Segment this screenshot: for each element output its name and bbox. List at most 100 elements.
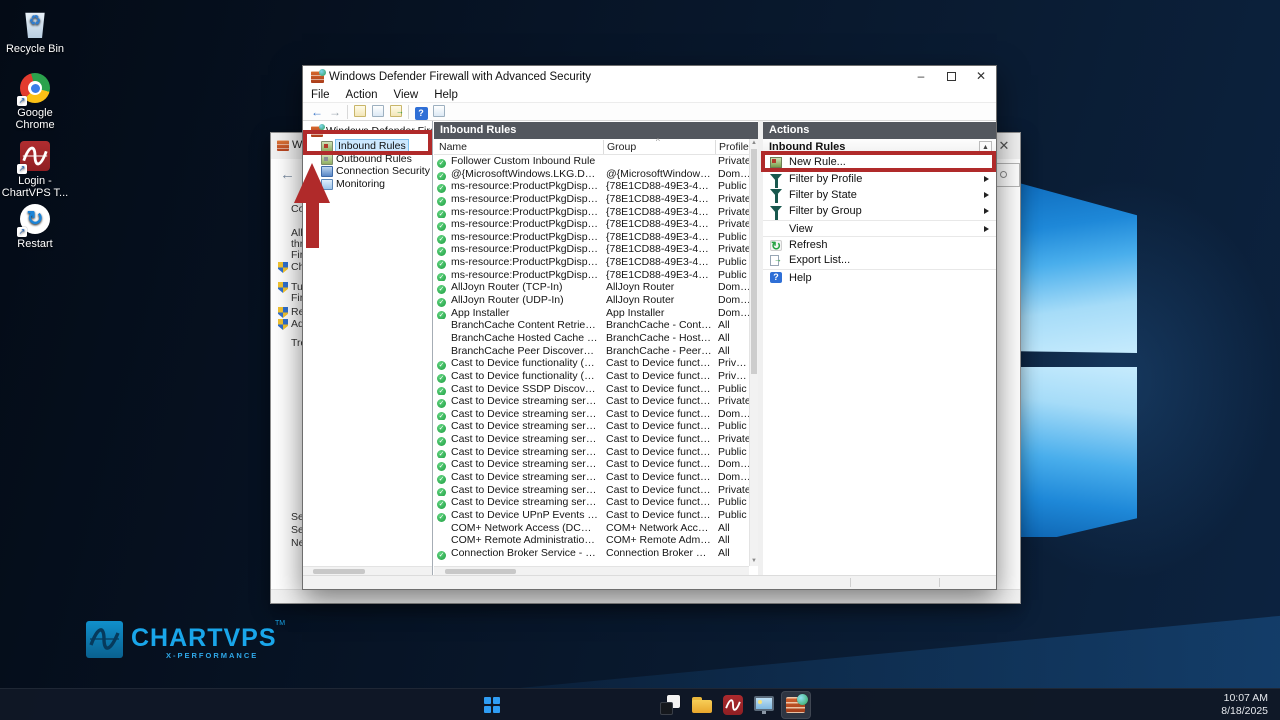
scrollbar-thumb[interactable] (313, 569, 365, 574)
column-header-name[interactable]: Name (439, 140, 467, 154)
back-icon[interactable]: ← (308, 104, 326, 120)
maximize-button[interactable] (936, 66, 966, 88)
close-button[interactable]: ✕ (966, 66, 996, 88)
minimize-button[interactable]: – (906, 66, 936, 88)
rule-profile: Private (718, 218, 749, 231)
menu-view[interactable]: View (386, 89, 427, 101)
show-hide-action-pane-icon[interactable] (430, 104, 448, 120)
start-button[interactable] (481, 694, 503, 716)
rule-row[interactable]: ✓ Cast to Device functionality (qWave-UD… (434, 370, 749, 383)
rule-row[interactable]: ✓ Cast to Device streaming server (RTCP-… (434, 458, 749, 471)
action-export-list[interactable]: Export List... (763, 252, 996, 268)
monitor-app-button[interactable] (753, 694, 775, 716)
rule-row[interactable]: ✓ Cast to Device streaming server (RTCP-… (434, 433, 749, 446)
cp-back-arrow-icon[interactable]: ← (280, 166, 295, 183)
rule-row[interactable]: ✓ ms-resource:ProductPkgDisplayName {78E… (434, 231, 749, 244)
rule-row[interactable]: ✓ Cast to Device SSDP Discovery (UDP-In)… (434, 383, 749, 396)
console-titlebar[interactable]: Windows Defender Firewall with Advanced … (303, 66, 996, 88)
action-filter-by-group[interactable]: Filter by Group (763, 203, 996, 219)
chartvps-watermark: CHARTVPS TM X-PERFORMANCE (86, 618, 306, 668)
status-bar-divider (939, 578, 940, 587)
tray-clock[interactable]: 10:07 AM 8/18/2025 (1198, 692, 1268, 718)
task-view-button[interactable] (659, 694, 681, 716)
rule-profile: Domain (718, 471, 749, 484)
action-filter-by-state[interactable]: Filter by State (763, 187, 996, 203)
rule-row[interactable]: ✓ ms-resource:ProductPkgDisplayName {78E… (434, 218, 749, 231)
scrollbar-thumb[interactable] (445, 569, 516, 574)
column-header-profile[interactable]: Profile (719, 140, 749, 154)
rule-row[interactable]: ✓ ms-resource:ProductPkgDisplayName {78E… (434, 269, 749, 282)
export-list-icon[interactable] (387, 104, 405, 120)
inbound-rules-list-pane[interactable]: Inbound Rules Name Group ^ Profile ✓ Fol… (434, 121, 758, 575)
rule-row[interactable]: ✓ Follower Custom Inbound Rule Private (434, 155, 749, 168)
menu-help[interactable]: Help (426, 89, 466, 101)
show-hide-console-tree-icon[interactable] (369, 104, 387, 120)
rule-row[interactable]: ✓ ms-resource:ProductPkgDisplayName {78E… (434, 180, 749, 193)
rule-row[interactable]: ✓ BranchCache Hosted Cache Server (HTT..… (434, 332, 749, 345)
rule-row[interactable]: ✓ Cast to Device UPnP Events (TCP-In) Ca… (434, 509, 749, 522)
column-header-group[interactable]: Group (607, 140, 636, 154)
column-separator[interactable] (603, 140, 604, 154)
desktop-icon-recycle-bin[interactable]: ♻ Recycle Bin (0, 8, 70, 55)
rule-group: {78E1CD88-49E3-476E-B926-... (606, 206, 712, 219)
tree-item-connection-security-rules[interactable]: Connection Security Rules (321, 165, 433, 178)
chartvps-app-button[interactable] (722, 694, 744, 716)
rule-row[interactable]: ✓ COM+ Network Access (DCOM-In) COM+ Net… (434, 522, 749, 535)
file-explorer-button[interactable] (691, 694, 713, 716)
rule-row[interactable]: ✓ Cast to Device streaming server (RTCP-… (434, 446, 749, 459)
rule-row[interactable]: ✓ Cast to Device streaming server (RTSP-… (434, 496, 749, 509)
action-refresh[interactable]: ↻ Refresh (763, 236, 996, 252)
rule-row[interactable]: ✓ App Installer App Installer Domai... (434, 307, 749, 320)
rule-row[interactable]: ✓ Connection Broker Service - WMI (DCO..… (434, 547, 749, 560)
rule-profile: Domai... (718, 307, 749, 320)
rule-row[interactable]: ✓ ms-resource:ProductPkgDisplayName {78E… (434, 193, 749, 206)
scroll-up-arrow[interactable]: ▲ (750, 139, 758, 148)
rule-profile: Private (718, 155, 749, 168)
rule-row[interactable]: ✓ ms-resource:ProductPkgDisplayName {78E… (434, 243, 749, 256)
rule-row[interactable]: ✓ AllJoyn Router (UDP-In) AllJoyn Router… (434, 294, 749, 307)
rule-row[interactable]: ✓ Cast to Device streaming server (RTSP-… (434, 484, 749, 497)
rule-row[interactable]: ✓ Cast to Device streaming server (RTSP-… (434, 471, 749, 484)
desktop-icon-login-chartvps[interactable]: ↗ Login - ChartVPS T... (0, 140, 70, 199)
action-filter-by-profile[interactable]: Filter by Profile (763, 170, 996, 186)
desktop-icon-restart[interactable]: ↻ ↗ Restart (0, 203, 70, 250)
firewall-app-button[interactable] (785, 694, 807, 716)
cp-close-button[interactable]: ✕ (996, 138, 1012, 154)
rule-row[interactable]: ✓ Cast to Device functionality (qWave-TC… (434, 357, 749, 370)
rule-row[interactable]: ✓ Cast to Device streaming server (HTTP-… (434, 395, 749, 408)
toolbar-separator (408, 105, 409, 119)
rule-name: ms-resource:ProductPkgDisplayName (451, 256, 599, 269)
list-vertical-scrollbar[interactable]: ▲ ▼ (749, 139, 758, 566)
rule-row[interactable]: ✓ Cast to Device streaming server (HTTP-… (434, 408, 749, 421)
tree-item-monitoring[interactable]: Monitoring (321, 178, 385, 191)
globe-icon (797, 694, 808, 705)
rule-row[interactable]: ✓ BranchCache Peer Discovery (WSD-In) Br… (434, 345, 749, 358)
scrollbar-thumb[interactable] (751, 149, 757, 374)
uac-shield-icon (278, 319, 288, 330)
rule-row[interactable]: ✓ @{MicrosoftWindows.LKG.DesktopSpotli..… (434, 168, 749, 181)
scroll-down-arrow[interactable]: ▼ (750, 557, 758, 566)
rule-row[interactable]: ✓ ms-resource:ProductPkgDisplayName {78E… (434, 256, 749, 269)
action-help[interactable]: ? Help (763, 269, 996, 285)
help-icon[interactable]: ? (412, 104, 430, 120)
rule-row[interactable]: ✓ AllJoyn Router (TCP-In) AllJoyn Router… (434, 281, 749, 294)
menu-file[interactable]: File (303, 89, 338, 101)
tree-horizontal-scrollbar[interactable] (303, 566, 432, 575)
rule-row[interactable]: ✓ Cast to Device streaming server (HTTP-… (434, 420, 749, 433)
export-icon[interactable] (351, 104, 369, 120)
action-view[interactable]: View (763, 220, 996, 236)
column-separator[interactable] (715, 140, 716, 154)
desktop-icon-google-chrome[interactable]: ↗ Google Chrome (0, 72, 70, 131)
actions-pane[interactable]: Actions Inbound Rules ▲ New Rule... Filt… (763, 121, 996, 575)
rule-group: Cast to Device functionality (606, 446, 712, 459)
list-horizontal-scrollbar[interactable] (434, 566, 749, 575)
rule-group: {78E1CD88-49E3-476E-B926-... (606, 256, 712, 269)
rule-row[interactable]: ✓ BranchCache Content Retrieval (HTTP-In… (434, 319, 749, 332)
rule-row[interactable]: ✓ COM+ Remote Administration (DCOM-In) C… (434, 534, 749, 547)
submenu-arrow-icon (984, 192, 989, 198)
forward-icon[interactable]: → (326, 104, 344, 120)
menu-action[interactable]: Action (338, 89, 386, 101)
rule-row[interactable]: ✓ ms-resource:ProductPkgDisplayName {78E… (434, 206, 749, 219)
chartvps-logo-icon (86, 621, 123, 658)
rule-group: Cast to Device functionality (606, 395, 712, 408)
